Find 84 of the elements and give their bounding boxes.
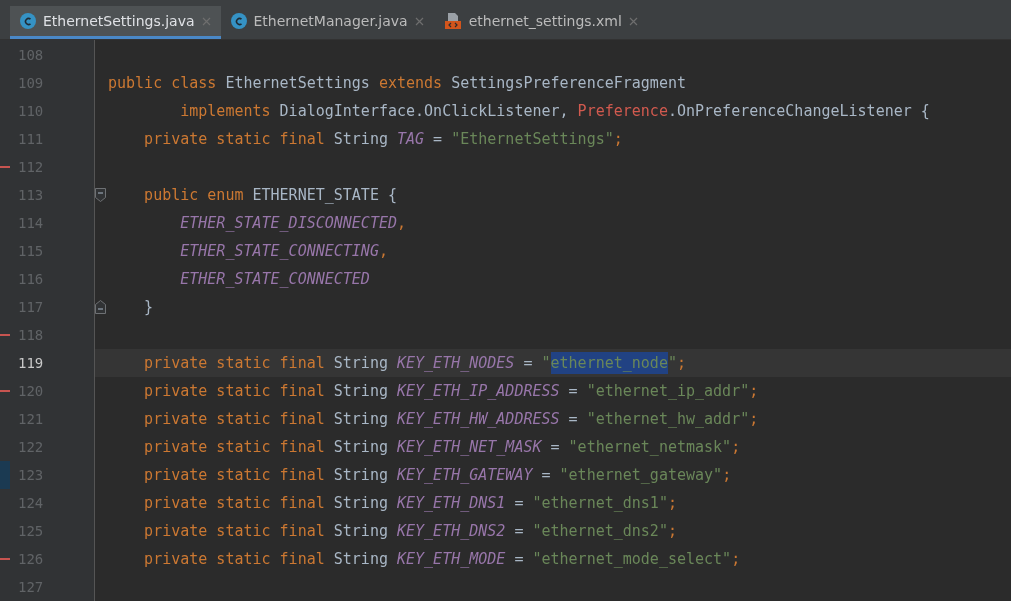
code-token: KEY_ETH_GATEWAY — [397, 464, 533, 486]
code-token: Preference — [577, 100, 668, 122]
code-token: String — [333, 520, 389, 542]
editor-tab[interactable]: EthernetManager.java — [220, 6, 434, 39]
code-token: = — [540, 464, 552, 486]
code-token: = — [513, 520, 525, 542]
code-token: = — [567, 380, 579, 402]
code-token: implements — [179, 100, 272, 122]
code-token: KEY_ETH_DNS1 — [397, 492, 506, 514]
editor-tab[interactable]: ethernet_settings.xml — [433, 6, 648, 39]
code-token: "ethernet_netmask" — [568, 436, 732, 458]
code-token: private static final — [143, 548, 326, 570]
code-token: String — [333, 548, 389, 570]
code-token: TAG — [397, 128, 425, 150]
code-token: String — [333, 436, 389, 458]
code-token: String — [333, 128, 389, 150]
code-token: .OnPreferenceChangeListener { — [667, 100, 930, 122]
code-token: KEY_ETH_IP_ADDRESS — [397, 380, 560, 402]
code-token: ; — [667, 492, 677, 514]
code-token: KEY_ETH_NODES — [397, 352, 515, 374]
editor-tab[interactable]: EthernetSettings.java — [10, 6, 221, 39]
code-token: ; — [749, 380, 759, 402]
code-token: ; — [731, 436, 741, 458]
fold-icon[interactable] — [95, 188, 106, 202]
close-icon[interactable] — [628, 16, 638, 26]
code-token: String — [333, 492, 389, 514]
code-token: = — [432, 128, 444, 150]
class-icon — [20, 13, 36, 29]
code-token: SettingsPreferenceFragment — [451, 72, 686, 94]
close-icon[interactable] — [414, 16, 424, 26]
code-token: "ethernet_gateway" — [559, 464, 723, 486]
code-token: private static final — [143, 520, 326, 542]
code-token: "ethernet_mode_select" — [532, 548, 732, 570]
code-token: ; — [731, 548, 741, 570]
code-token: ; — [676, 352, 686, 374]
code-token: private static final — [143, 352, 326, 374]
code-token: ETHER_STATE_CONNECTED — [179, 268, 370, 290]
code-token: ; — [722, 464, 732, 486]
code-token: KEY_ETH_DNS2 — [397, 520, 506, 542]
code-token: ETHER_STATE_DISCONNECTED — [179, 212, 397, 234]
code-token: private static final — [143, 436, 326, 458]
code-token: private static final — [143, 492, 326, 514]
close-icon[interactable] — [201, 16, 211, 26]
code-token: private static final — [143, 380, 326, 402]
code-token: String — [333, 380, 389, 402]
xml-file-icon — [443, 12, 462, 30]
code-token: , — [378, 240, 388, 262]
code-token: KEY_ETH_MODE — [397, 548, 506, 570]
code-token: ETHERNET_STATE { — [252, 184, 397, 206]
code-token: KEY_ETH_HW_ADDRESS — [397, 408, 560, 430]
code-token: ETHER_STATE_CONNECTING — [179, 240, 379, 262]
code-token: "EthernetSettings" — [451, 128, 614, 150]
selected-text: ethernet_node — [550, 351, 668, 375]
code-token: String — [333, 408, 389, 430]
line-number: 119 — [18, 353, 44, 373]
code-token: "ethernet_hw_addr" — [586, 408, 750, 430]
code-token: = — [522, 352, 534, 374]
code-token: } — [143, 296, 154, 318]
code-token: EthernetSettings — [225, 72, 371, 94]
code-token: " — [667, 352, 677, 374]
code-token: public enum — [143, 184, 245, 206]
code-token: "ethernet_dns2" — [532, 520, 668, 542]
code-token: " — [541, 352, 551, 374]
code-token: KEY_ETH_NET_MASK — [397, 436, 542, 458]
code-token: DialogInterface.OnClickListener, — [279, 100, 570, 122]
class-icon — [230, 13, 247, 29]
code-token: private static final — [143, 464, 326, 486]
code-token: String — [333, 464, 389, 486]
code-token: extends — [378, 72, 444, 94]
code-token: "ethernet_dns1" — [532, 492, 668, 514]
code-token: ; — [613, 128, 623, 150]
code-token: = — [513, 492, 525, 514]
code-token: = — [567, 408, 579, 430]
code-token: private static final — [143, 128, 326, 150]
code-token: public class — [108, 72, 218, 94]
code-token: ; — [667, 520, 677, 542]
code-token: , — [397, 212, 406, 234]
code-token: ; — [749, 408, 759, 430]
code-token: String — [333, 352, 389, 374]
fold-icon[interactable] — [95, 300, 106, 314]
code-token: = — [549, 436, 561, 458]
code-token: private static final — [143, 408, 326, 430]
code-token: = — [513, 548, 525, 570]
code-token: "ethernet_ip_addr" — [586, 380, 750, 402]
